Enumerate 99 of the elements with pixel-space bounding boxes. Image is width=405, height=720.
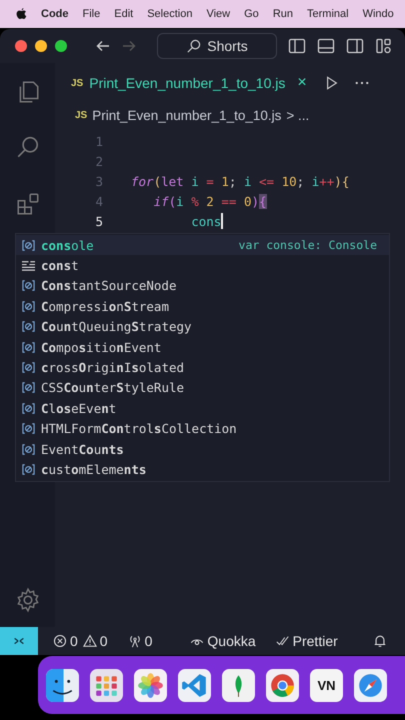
quokka-status[interactable]: Quokka [207, 633, 256, 649]
code-token: { [259, 194, 267, 208]
bell-icon[interactable] [373, 634, 387, 648]
code-token: if [152, 194, 169, 208]
code-token: == [221, 194, 238, 208]
flower-app-icon[interactable] [134, 668, 167, 702]
line-number: 3 [94, 174, 104, 188]
line-number: 4 [94, 194, 104, 208]
code-token: i [191, 174, 200, 188]
code-token: ; [228, 174, 238, 188]
layout-icon[interactable] [375, 37, 393, 55]
face-app-icon[interactable] [46, 668, 79, 702]
suggestion-item[interactable]: HTMLFormControlsCollection [16, 418, 389, 439]
app-grid-icon[interactable] [90, 668, 123, 702]
variable-icon [21, 422, 36, 436]
antenna-icon[interactable] [128, 634, 142, 648]
text-cursor [221, 213, 224, 229]
suggestion-item[interactable]: CompressionStream [16, 296, 389, 317]
code-token: 10 [282, 174, 297, 188]
compass-app-icon[interactable] [354, 668, 387, 702]
panel-toggle-icon[interactable] [317, 37, 335, 55]
code-editor-app-icon[interactable] [178, 668, 211, 702]
code-token: 1 [221, 174, 229, 188]
apple-logo-icon[interactable] [16, 8, 27, 20]
variable-icon [21, 320, 36, 334]
variable-icon [21, 462, 36, 476]
menu-app-name[interactable]: Code [41, 8, 68, 20]
variable-icon [21, 340, 36, 354]
variable-icon [21, 300, 36, 313]
keyword-icon [21, 259, 36, 272]
suggestion-item[interactable]: CompositionEvent [16, 336, 389, 358]
code-token: for [131, 174, 154, 188]
code-token: ) [251, 194, 259, 208]
secondary-sidebar-icon[interactable] [346, 37, 364, 55]
suggestion-item[interactable]: ConstantSourceNode [16, 276, 389, 296]
editor-tab[interactable]: JS Print_Even_number_1_to_10.js × [71, 74, 307, 92]
line-number: 2 [94, 154, 104, 168]
menu-item[interactable]: File [82, 8, 100, 20]
line-number: 1 [94, 134, 104, 148]
code-token: ( [168, 194, 176, 208]
menu-item[interactable]: Terminal [307, 8, 349, 20]
menu-item[interactable]: Windo [362, 8, 394, 20]
suggestion-item[interactable]: customElements [16, 459, 389, 480]
menu-item[interactable]: Run [272, 8, 293, 20]
code-token: ( [154, 174, 162, 188]
suggestion-item[interactable]: EventCounts [16, 438, 389, 460]
browser-app-icon[interactable] [266, 668, 299, 702]
breadcrumb-file[interactable]: Print_Even_number_1_to_10.js [92, 108, 282, 122]
code-token: ++ [319, 174, 334, 188]
minimize-window-icon[interactable] [35, 40, 47, 52]
code-token: i [176, 194, 185, 208]
warning-count[interactable]: 0 [100, 633, 108, 649]
zoom-window-icon[interactable] [55, 40, 67, 52]
variable-icon [21, 381, 36, 394]
code-token: % [191, 194, 200, 208]
suggestion-item[interactable]: CountQueuingStrategy [16, 316, 389, 337]
code-token: ; [296, 174, 306, 188]
extensions-icon[interactable] [14, 191, 40, 217]
code-token: 2 [206, 194, 215, 208]
suggestion-item[interactable]: console var console: Console [16, 235, 389, 256]
search-icon [186, 38, 202, 54]
code-token: <= [259, 174, 276, 188]
variable-icon [21, 238, 36, 252]
ports-count[interactable]: 0 [144, 633, 152, 649]
settings-icon[interactable] [14, 587, 40, 613]
error-icon[interactable] [53, 634, 67, 648]
line-number: 5 [94, 214, 104, 228]
suggestion-item[interactable]: CSSCounterStyleRule [16, 378, 389, 398]
menu-item[interactable]: Edit [114, 8, 134, 20]
code-token: let [161, 174, 185, 188]
close-window-icon[interactable] [15, 40, 27, 52]
code-token: i [244, 174, 252, 188]
prettier-status[interactable]: Prettier [292, 633, 338, 649]
more-icon[interactable] [354, 81, 369, 85]
variable-icon [21, 402, 36, 415]
code-token: cons [190, 214, 222, 228]
code-token: 0 [244, 194, 252, 208]
js-file-label: JS [75, 110, 88, 120]
variable-icon [21, 442, 36, 456]
sidebar-toggle-icon[interactable] [288, 37, 306, 55]
double-check-icon[interactable] [276, 634, 290, 648]
warning-icon[interactable] [82, 634, 97, 648]
code-token: = [206, 174, 215, 188]
suggestion-item[interactable]: crossOriginIsolated [16, 357, 389, 378]
search-box[interactable]: Shorts [157, 33, 277, 59]
error-count[interactable]: 0 [70, 633, 78, 649]
code-token: ){ [334, 174, 350, 188]
leaf-app-icon[interactable] [222, 668, 255, 702]
menu-item[interactable]: Go [244, 8, 259, 20]
app-icon[interactable]: VN [310, 668, 343, 702]
run-icon[interactable] [324, 76, 339, 90]
code-token: i [312, 174, 320, 188]
suggestion-item[interactable]: const [16, 255, 389, 276]
variable-icon [21, 279, 36, 292]
menu-item[interactable]: Selection [147, 8, 192, 20]
breadcrumb-more[interactable]: > ... [286, 108, 310, 122]
menu-item[interactable]: View [206, 8, 230, 20]
variable-icon [21, 361, 36, 374]
suggestion-item[interactable]: CloseEvent [16, 398, 389, 419]
